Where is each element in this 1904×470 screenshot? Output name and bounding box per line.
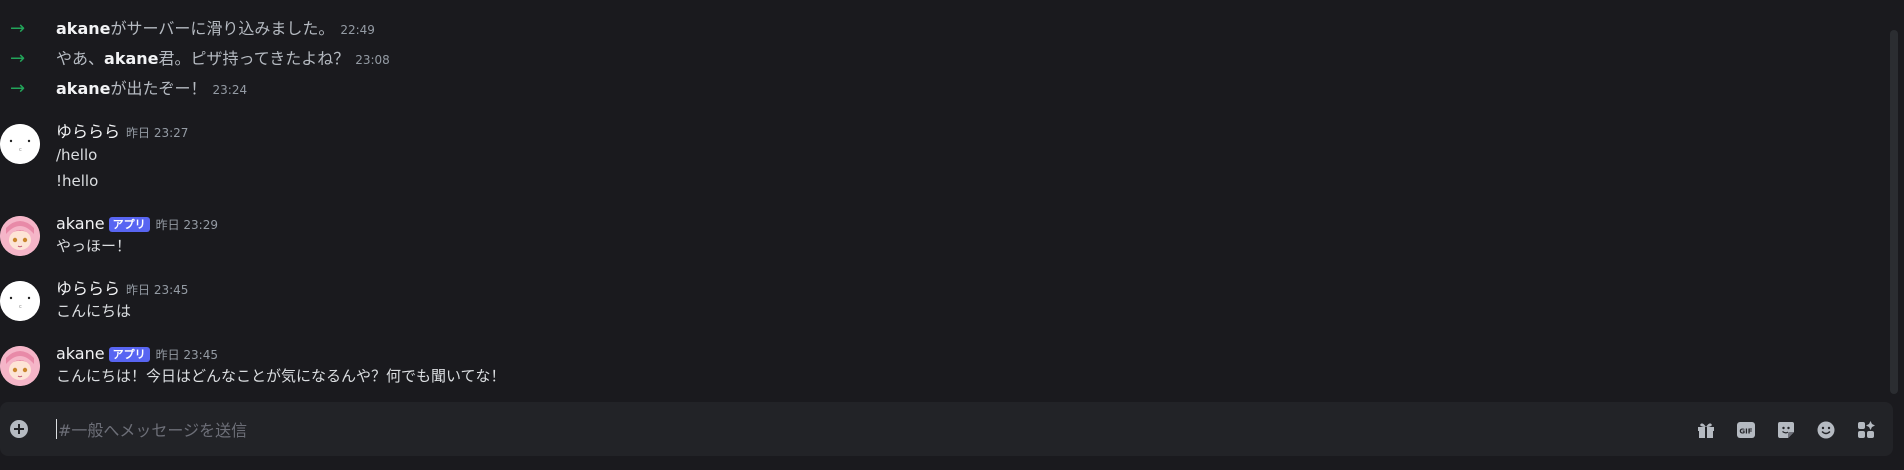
timestamp[interactable]: 23:24 bbox=[213, 83, 248, 97]
message-content: こんにちは！今日はどんなことが気になるんや？何でも聞いてな！ bbox=[56, 367, 506, 385]
message-header: ゆららら 昨日 23:45 bbox=[56, 278, 188, 301]
system-suffix: 君。ピザ持ってきたよね？ bbox=[158, 48, 350, 68]
system-prefix: やあ、 bbox=[56, 48, 105, 68]
message-composer: GIF bbox=[0, 402, 1893, 456]
username[interactable]: akane bbox=[56, 214, 105, 233]
system-suffix: がサーバーに滑り込みました。 bbox=[110, 18, 335, 38]
join-arrow-icon: → bbox=[10, 48, 26, 69]
avatar-anime-icon bbox=[0, 346, 40, 386]
svg-text:c: c bbox=[19, 147, 22, 153]
timestamp[interactable]: 昨日 23:45 bbox=[126, 283, 188, 297]
message-content: こんにちは bbox=[56, 302, 132, 320]
timestamp[interactable]: 23:08 bbox=[355, 53, 390, 67]
timestamp[interactable]: 昨日 23:29 bbox=[156, 218, 218, 232]
system-message-text: akaneが出たぞー！ 23:24 bbox=[56, 74, 247, 105]
message-content: !hello bbox=[56, 172, 99, 190]
system-username[interactable]: akane bbox=[104, 49, 158, 68]
avatar-face-icon: c bbox=[0, 281, 40, 321]
gift-icon[interactable] bbox=[1695, 419, 1717, 441]
username[interactable]: akane bbox=[56, 344, 105, 363]
message-header: ゆららら 昨日 23:27 bbox=[56, 121, 188, 144]
avatar[interactable]: c bbox=[0, 281, 40, 321]
svg-text:c: c bbox=[19, 304, 22, 310]
avatar[interactable]: c bbox=[0, 124, 40, 164]
message-list: → akaneがサーバーに滑り込みました。 22:49 → やあ、akane君。ピ… bbox=[0, 0, 1880, 400]
gif-icon[interactable]: GIF bbox=[1735, 419, 1757, 441]
avatar-anime-icon bbox=[0, 216, 40, 256]
system-suffix: が出たぞー！ bbox=[110, 78, 207, 98]
message-content: /hello bbox=[56, 146, 98, 164]
message-header: akane アプリ 昨日 23:45 bbox=[56, 343, 218, 366]
avatar[interactable] bbox=[0, 216, 40, 256]
message-content: やっほー！ bbox=[56, 237, 132, 255]
avatar-face-icon: c bbox=[0, 124, 40, 164]
system-message-text: やあ、akane君。ピザ持ってきたよね？ 23:08 bbox=[56, 44, 390, 75]
svg-text:GIF: GIF bbox=[1739, 428, 1752, 436]
app-badge: アプリ bbox=[108, 347, 150, 362]
apps-icon[interactable] bbox=[1855, 419, 1877, 441]
scrollbar[interactable] bbox=[1890, 30, 1898, 394]
plus-circle-icon[interactable] bbox=[9, 419, 29, 439]
system-username[interactable]: akane bbox=[56, 79, 110, 98]
sticker-icon[interactable] bbox=[1775, 419, 1797, 441]
message-input[interactable] bbox=[56, 415, 1660, 445]
join-arrow-icon: → bbox=[10, 18, 26, 39]
timestamp[interactable]: 昨日 23:45 bbox=[156, 348, 218, 362]
timestamp[interactable]: 22:49 bbox=[340, 23, 375, 37]
message-header: akane アプリ 昨日 23:29 bbox=[56, 213, 218, 236]
emoji-icon[interactable] bbox=[1815, 419, 1837, 441]
username[interactable]: ゆららら bbox=[56, 279, 120, 298]
avatar[interactable] bbox=[0, 346, 40, 386]
system-message-text: akaneがサーバーに滑り込みました。 22:49 bbox=[56, 14, 375, 45]
join-arrow-icon: → bbox=[10, 78, 26, 99]
system-username[interactable]: akane bbox=[56, 19, 110, 38]
username[interactable]: ゆららら bbox=[56, 122, 120, 141]
timestamp[interactable]: 昨日 23:27 bbox=[126, 126, 188, 140]
app-badge: アプリ bbox=[108, 217, 150, 232]
